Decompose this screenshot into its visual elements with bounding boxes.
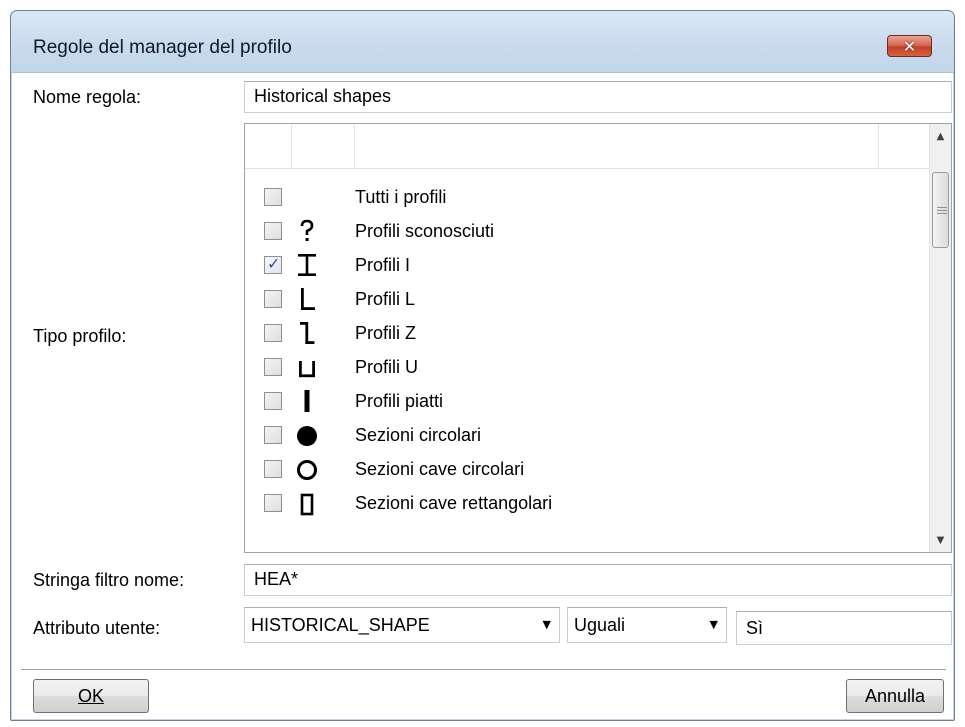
profile-type-label: Tipo profilo: [33,326,127,346]
rule-name-label: Nome regola: [33,87,142,107]
ok-button-label: OK [77,685,104,706]
list-item-label: Sezioni cave rettangolari [355,493,553,513]
header-divider[interactable] [878,124,879,169]
list-item-label: Profili Z [355,323,417,343]
checkbox[interactable] [264,392,282,410]
divider [21,669,946,670]
chevron-down-icon: ▼ [709,618,718,631]
hollow-circular-section-icon [293,455,321,483]
header-divider[interactable] [291,124,292,169]
flat-profile-icon [293,387,321,415]
attribute-value-field[interactable]: Sì [736,611,952,645]
list-item[interactable]: Profili sconosciuti [245,215,929,249]
name-filter-field[interactable]: HEA* [244,564,952,596]
operator-value: Uguali [574,615,626,635]
scroll-down-icon[interactable]: ▼ [930,530,951,550]
checkbox[interactable] [264,222,282,240]
list-item[interactable]: ✓ Profili I [245,249,929,283]
window-title: Regole del manager del profilo [33,37,292,58]
hollow-rectangular-section-icon [293,489,321,517]
l-profile-icon [293,285,321,313]
ok-button[interactable]: OK [33,679,149,713]
scroll-up-icon[interactable]: ▲ [930,126,951,146]
cancel-button[interactable]: Annulla [846,679,944,713]
title-bar[interactable]: Regole del manager del profilo ✕ [11,11,954,73]
u-profile-icon [293,353,321,381]
list-header [245,124,929,169]
user-attribute-value: HISTORICAL_SHAPE [251,615,430,635]
list-item-label: Sezioni cave circolari [355,459,525,479]
list-item-label: Profili U [355,357,419,377]
user-attribute-label: Attributo utente: [33,618,161,638]
close-button[interactable]: ✕ [887,35,932,57]
check-mark-icon: ✓ [267,254,281,273]
scroll-thumb[interactable]: — — — [932,172,949,248]
checkbox[interactable] [264,324,282,342]
z-profile-icon [293,319,321,347]
i-profile-icon [293,251,321,279]
list-item-label: Tutti i profili [355,187,447,207]
question-mark-icon [293,217,321,245]
name-filter-label: Stringa filtro nome: [33,570,185,590]
list-item-label: Profili I [355,255,411,275]
list-item-label: Profili L [355,289,416,309]
checkbox[interactable] [264,358,282,376]
checkbox[interactable] [264,290,282,308]
list-item[interactable]: Profili Z [245,317,929,351]
operator-select[interactable]: Uguali ▼ [567,607,727,643]
list-item-label: Sezioni circolari [355,425,482,445]
profile-type-list[interactable]: Tutti i profili Profili sconosciuti ✓ Pr… [244,123,952,553]
grip-icon: — — — [937,202,947,219]
checkbox[interactable] [264,426,282,444]
list-item[interactable]: Sezioni cave circolari [245,453,929,487]
rule-name-field[interactable]: Historical shapes [244,81,952,113]
circular-section-icon [293,421,321,449]
checkbox-checked[interactable]: ✓ [264,254,282,274]
list-item[interactable]: Tutti i profili [245,181,929,215]
list-item[interactable]: Profili L [245,283,929,317]
list-item-label: Profili piatti [355,391,444,411]
cancel-button-label: Annulla [864,685,926,706]
header-divider[interactable] [354,124,355,169]
vertical-scrollbar[interactable]: ▲ — — — ▼ [929,124,951,552]
list-item-label: Profili sconosciuti [355,221,495,241]
checkbox[interactable] [264,188,282,206]
list-item[interactable]: Profili U [245,351,929,385]
list-item[interactable]: Sezioni circolari [245,419,929,453]
chevron-down-icon: ▼ [542,618,551,631]
checkbox[interactable] [264,460,282,478]
close-icon: ✕ [902,36,917,56]
list-item[interactable]: Sezioni cave rettangolari [245,487,929,521]
checkbox[interactable] [264,494,282,512]
user-attribute-select[interactable]: HISTORICAL_SHAPE ▼ [244,607,560,643]
dialog-window: Regole del manager del profilo ✕ Nome re… [10,10,955,721]
list-item[interactable]: Profili piatti [245,385,929,419]
